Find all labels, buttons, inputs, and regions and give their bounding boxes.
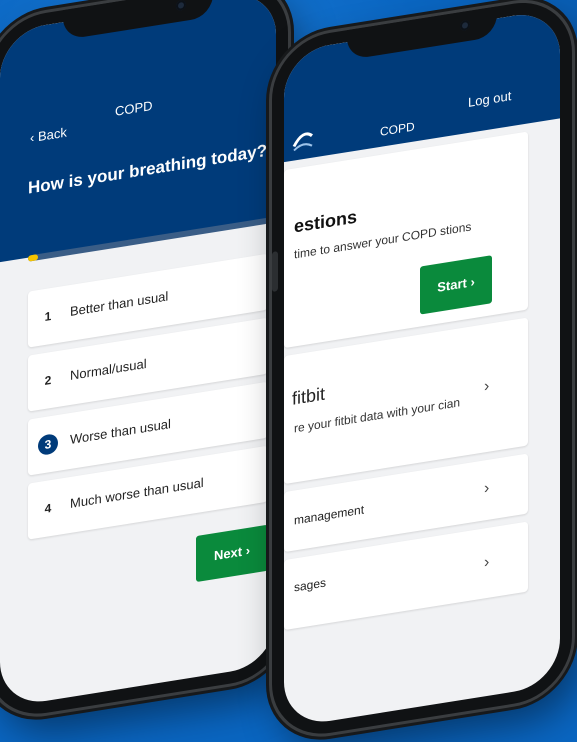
phone-left: ‹ Back COPD How is your breathing today?… — [0, 0, 288, 722]
questionnaire-screen: ‹ Back COPD How is your breathing today?… — [0, 0, 276, 709]
questions-title: estions — [294, 206, 358, 237]
questions-card: estions time to answer your COPD stions … — [284, 131, 528, 349]
side-button — [272, 251, 278, 292]
option-number: 1 — [44, 308, 52, 325]
next-button[interactable]: Next › — [196, 524, 268, 583]
chevron-right-icon: › — [484, 377, 490, 396]
chevron-right-icon: › — [484, 553, 490, 572]
option-number: 4 — [44, 500, 52, 517]
option-number: 2 — [44, 372, 52, 389]
management-label: management — [294, 502, 365, 528]
home-screen: COPD Log out estions time to answer your… — [284, 8, 560, 729]
option-label: Normal/usual — [70, 355, 147, 384]
option-label: Much worse than usual — [70, 474, 204, 512]
fitbit-title: fitbit — [292, 383, 326, 409]
chevron-right-icon: › — [484, 479, 490, 498]
option-label: Worse than usual — [70, 416, 171, 448]
option-number: 3 — [38, 432, 58, 457]
app-logo-icon — [292, 132, 313, 152]
start-button[interactable]: Start › — [420, 255, 492, 315]
progress-fill — [28, 254, 38, 262]
phone-right: COPD Log out estions time to answer your… — [272, 0, 572, 742]
option-label: Better than usual — [70, 288, 169, 320]
